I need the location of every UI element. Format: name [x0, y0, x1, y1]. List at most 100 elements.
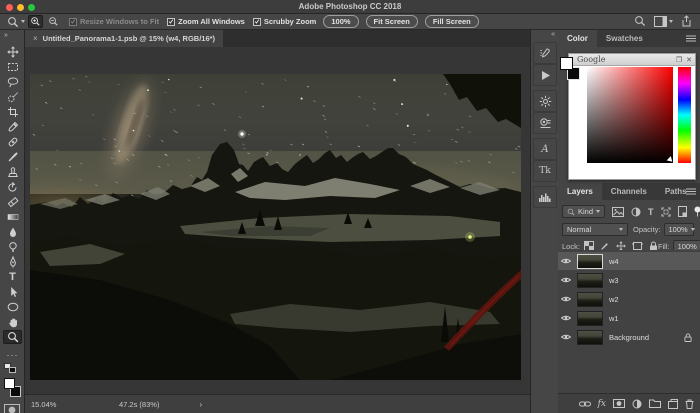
zoom-all-windows-checkbox-row[interactable]: Zoom All Windows [167, 17, 245, 26]
google-float-window[interactable]: Google ❐ ✕ [568, 53, 696, 180]
canvas-area[interactable] [25, 47, 530, 394]
tool-history-brush[interactable] [3, 180, 22, 194]
tool-dodge[interactable] [3, 240, 22, 254]
layer-thumbnail[interactable] [577, 273, 603, 288]
google-minimize-icon[interactable]: ❐ [676, 56, 682, 64]
filter-smart-objects-icon[interactable] [678, 206, 687, 217]
panorama-image[interactable] [30, 74, 521, 380]
layer-row-background[interactable]: Background [558, 328, 700, 346]
tool-rectangular-marquee[interactable] [3, 60, 22, 74]
tool-gradient[interactable] [3, 210, 22, 224]
brushes-panel-button[interactable] [533, 42, 557, 64]
add-mask-icon[interactable] [613, 399, 625, 408]
status-popup-chevron[interactable]: › [199, 400, 202, 409]
tab-swatches[interactable]: Swatches [597, 30, 652, 47]
layer-thumbnail[interactable] [577, 330, 603, 345]
layer-thumbnail[interactable] [577, 311, 603, 326]
new-layer-icon[interactable] [668, 399, 678, 409]
color-saturation-field[interactable] [587, 67, 673, 163]
toolbar-ellipsis-icon[interactable]: ··· [3, 348, 22, 362]
scrubby-zoom-checkbox[interactable] [253, 18, 261, 26]
tool-eyedropper[interactable] [3, 120, 22, 134]
document-tab[interactable]: × Untitled_Panorama1-1.psb @ 15% (w4, RG… [25, 30, 223, 47]
minimize-window-button[interactable] [17, 4, 24, 11]
tool-lasso[interactable] [3, 75, 22, 89]
default-colors-icon[interactable] [4, 363, 17, 374]
visibility-eye-icon[interactable] [558, 333, 574, 341]
tool-path-selection[interactable] [3, 285, 22, 299]
scrubby-zoom-checkbox-row[interactable]: Scrubby Zoom [253, 17, 317, 26]
toolbar-expand-icon[interactable]: » [4, 32, 7, 39]
tool-pen[interactable] [3, 255, 22, 269]
visibility-eye-icon[interactable] [558, 295, 574, 303]
fit-screen-button[interactable]: Fit Screen [366, 15, 418, 28]
layer-thumbnail[interactable] [577, 254, 603, 269]
resize-windows-checkbox-row[interactable]: Resize Windows to Fit [69, 17, 159, 26]
visibility-eye-icon[interactable] [558, 257, 574, 265]
delete-layer-trash-icon[interactable] [685, 399, 694, 409]
filter-shape-layers-icon[interactable] [661, 207, 671, 217]
layer-style-fx-icon[interactable]: fx [598, 399, 606, 409]
tool-type[interactable]: T [3, 270, 22, 284]
layer-row-w3[interactable]: w3 [558, 271, 700, 289]
fill-screen-button[interactable]: Fill Screen [425, 15, 479, 28]
tool-crop[interactable] [3, 105, 22, 119]
quick-mask-icon[interactable] [4, 404, 20, 413]
google-close-icon[interactable]: ✕ [686, 56, 692, 64]
opacity-dropdown[interactable]: 100% [664, 223, 694, 236]
resize-windows-checkbox[interactable] [69, 18, 77, 26]
layer-row-w4[interactable]: w4 [558, 252, 700, 270]
glyphs-panel-button[interactable]: A [533, 138, 557, 160]
new-adjustment-layer-icon[interactable] [632, 399, 642, 409]
zoom-100-button[interactable]: 100% [323, 15, 358, 28]
panel-foreground-swatch[interactable] [560, 57, 573, 70]
tool-preset-dropdown[interactable] [7, 16, 25, 28]
histogram-panel-button[interactable] [533, 186, 557, 208]
paragraph-panel-button[interactable] [533, 112, 557, 134]
tool-clone-stamp[interactable] [3, 165, 22, 179]
layer-thumbnail[interactable] [577, 292, 603, 307]
close-tab-icon[interactable]: × [33, 34, 38, 43]
search-icon[interactable] [634, 15, 646, 27]
tab-channels[interactable]: Channels [602, 183, 656, 200]
tab-color[interactable]: Color [558, 30, 597, 47]
zoom-level-field[interactable]: 15.04% [31, 400, 91, 409]
adjustments-panel-button[interactable] [533, 90, 557, 112]
tool-spot-healing-brush[interactable] [3, 135, 22, 149]
layer-row-w2[interactable]: w2 [558, 290, 700, 308]
filter-adjustment-layers-icon[interactable] [631, 207, 641, 217]
tool-move[interactable] [3, 45, 22, 59]
collapse-panels-icon[interactable]: « [551, 31, 554, 38]
zoom-window-button[interactable] [28, 4, 35, 11]
layer-row-w1[interactable]: w1 [558, 309, 700, 327]
actions-panel-button[interactable] [533, 64, 557, 86]
typekit-panel-button[interactable]: Tk [533, 160, 557, 182]
blend-mode-dropdown[interactable]: Normal [562, 223, 628, 236]
filter-type-layers-icon[interactable]: T [648, 207, 654, 217]
tab-layers[interactable]: Layers [558, 183, 602, 200]
panel-menu-icon[interactable] [686, 35, 696, 42]
tool-hand[interactable] [3, 315, 22, 329]
tool-zoom[interactable] [3, 330, 22, 344]
close-window-button[interactable] [6, 4, 13, 11]
link-layers-icon[interactable] [579, 400, 591, 408]
workspace-switcher[interactable] [654, 16, 673, 27]
visibility-eye-icon[interactable] [558, 276, 574, 284]
tool-ellipse[interactable] [3, 300, 22, 314]
google-window-titlebar[interactable]: Google ❐ ✕ [569, 54, 695, 66]
filter-pixel-layers-icon[interactable] [612, 207, 624, 217]
tool-blur[interactable] [3, 225, 22, 239]
filter-kind-dropdown[interactable]: Kind [562, 205, 605, 218]
share-icon[interactable] [681, 15, 692, 27]
window-controls[interactable] [6, 4, 35, 11]
foreground-color-swatch[interactable] [4, 378, 15, 389]
zoom-in-button[interactable] [28, 15, 43, 28]
tool-eraser[interactable] [3, 195, 22, 209]
visibility-eye-icon[interactable] [558, 314, 574, 322]
new-group-folder-icon[interactable] [649, 399, 661, 408]
filter-toggle-pin-icon[interactable] [694, 206, 700, 217]
hue-slider[interactable] [678, 67, 691, 163]
tool-quick-selection[interactable] [3, 90, 22, 104]
tool-brush[interactable] [3, 150, 22, 164]
zoom-all-windows-checkbox[interactable] [167, 18, 175, 26]
